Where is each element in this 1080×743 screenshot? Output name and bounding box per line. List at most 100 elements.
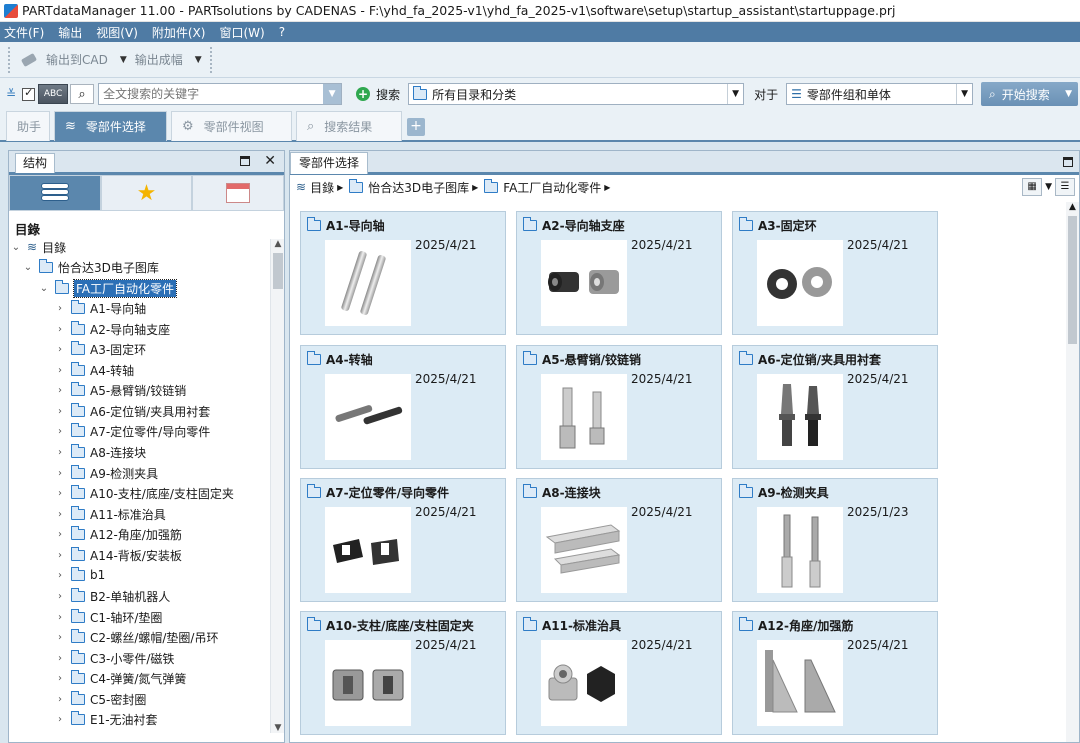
part-card[interactable]: A5-悬臂销/铰链销 2025/4/21: [516, 345, 722, 469]
tree-node-a12[interactable]: › A12-角座/加强筋: [55, 524, 182, 544]
chevron-right-icon[interactable]: ▶: [337, 183, 343, 192]
expand-chevron-icon[interactable]: ›: [55, 509, 65, 520]
structure-tab[interactable]: 结构: [15, 153, 55, 173]
search-option-checkbox[interactable]: [22, 86, 36, 101]
magnifier-toggle-icon[interactable]: ⌕: [70, 84, 95, 104]
part-card[interactable]: A9-检测夹具 2025/1/23: [732, 478, 938, 602]
expand-chevron-icon[interactable]: ›: [55, 447, 65, 458]
breadcrumb-fa-parts[interactable]: FA工厂自动化零件 ▶: [484, 178, 610, 196]
tab-part-view[interactable]: ⚙ 零部件视图: [171, 111, 292, 141]
export-cad-dropdown-icon[interactable]: ▼: [120, 55, 127, 65]
tree-node-c3[interactable]: › C3-小零件/磁铁: [55, 648, 174, 668]
menu-help[interactable]: ?: [279, 25, 285, 39]
abc-search-toggle[interactable]: ABC: [38, 84, 69, 104]
expand-chevron-icon[interactable]: ›: [55, 365, 65, 376]
tree-node-a10[interactable]: › A10-支柱/底座/支柱固定夹: [55, 483, 234, 503]
expand-chevron-icon[interactable]: ›: [55, 653, 65, 664]
scroll-down-icon[interactable]: ▼: [271, 723, 284, 733]
tree-node-a11[interactable]: › A11-标准治具: [55, 504, 166, 524]
type-select[interactable]: ☰ 零部件组和单体 ▼: [786, 83, 974, 105]
add-tab-button[interactable]: +: [407, 118, 425, 136]
tree-node-a5[interactable]: › A5-悬臂销/铰链销: [55, 380, 186, 400]
menu-view[interactable]: 视图(V): [96, 24, 138, 41]
chevron-down-icon[interactable]: ▼: [1065, 89, 1072, 99]
breadcrumb-root[interactable]: ≋ 目錄 ▶: [296, 179, 343, 196]
list-view-icon[interactable]: ☰: [1055, 178, 1075, 196]
catalog-view-tab[interactable]: [9, 175, 101, 211]
tree-node-a9[interactable]: › A9-检测夹具: [55, 463, 158, 483]
part-card[interactable]: A11-标准治具 2025/4/21: [516, 611, 722, 735]
tree-node-c4[interactable]: › C4-弹簧/氮气弹簧: [55, 668, 186, 688]
expand-chevron-icon[interactable]: ›: [55, 632, 65, 643]
expand-chevron-icon[interactable]: ›: [55, 694, 65, 705]
part-card[interactable]: A12-角座/加强筋 2025/4/21: [732, 611, 938, 735]
add-search-icon[interactable]: +: [356, 87, 371, 101]
part-card[interactable]: A3-固定环 2025/4/21: [732, 211, 938, 335]
close-icon[interactable]: ✕: [264, 153, 276, 169]
part-card[interactable]: A6-定位销/夹具用衬套 2025/4/21: [732, 345, 938, 469]
tree-node-b2[interactable]: › B2-单轴机器人: [55, 586, 170, 606]
tab-assistant[interactable]: 助手: [6, 111, 50, 141]
part-card[interactable]: A4-转轴 2025/4/21: [300, 345, 506, 469]
export-cad-button[interactable]: 输出到CAD: [20, 51, 108, 69]
content-scrollbar[interactable]: ▲: [1066, 202, 1079, 742]
menu-export[interactable]: 输出: [58, 24, 82, 41]
chevron-right-icon[interactable]: ▶: [604, 183, 610, 192]
chevron-down-icon[interactable]: ▼: [1045, 182, 1052, 192]
tree-node-a1[interactable]: › A1-导向轴: [55, 298, 146, 318]
favorites-view-tab[interactable]: ★: [100, 175, 193, 211]
expand-chevron-icon[interactable]: ›: [55, 591, 65, 602]
scroll-up-icon[interactable]: ▲: [1066, 202, 1079, 212]
scrollbar-thumb[interactable]: [273, 253, 283, 289]
tree-node-c2[interactable]: › C2-螺丝/螺帽/垫圈/吊环: [55, 627, 218, 647]
expand-chevron-icon[interactable]: ›: [55, 570, 65, 581]
expand-chevron-icon[interactable]: ›: [55, 529, 65, 540]
collapse-chevron-icon[interactable]: ≚: [6, 87, 16, 101]
scroll-up-icon[interactable]: ▲: [271, 239, 284, 249]
part-card[interactable]: A8-连接块 2025/4/21: [516, 478, 722, 602]
scope-select[interactable]: 所有目录和分类 ▼: [408, 83, 745, 105]
collapse-chevron-icon[interactable]: ⌄: [23, 262, 33, 273]
expand-chevron-icon[interactable]: ›: [55, 426, 65, 437]
maximize-icon[interactable]: [240, 156, 250, 166]
tree-node-e1[interactable]: › E1-无油衬套: [55, 709, 158, 729]
breadcrumb-library[interactable]: 怡合达3D电子图库 ▶: [349, 178, 478, 196]
menu-file[interactable]: 文件(F): [4, 24, 44, 41]
tree-node-a8[interactable]: › A8-连接块: [55, 442, 146, 462]
toolbar-grip-2[interactable]: [209, 46, 216, 73]
tab-search-results[interactable]: ⌕ 搜索结果: [296, 111, 402, 141]
tree-node-fa-parts[interactable]: ⌄ FA工厂自动化零件: [39, 278, 178, 298]
expand-chevron-icon[interactable]: ›: [55, 385, 65, 396]
maximize-icon[interactable]: [1063, 157, 1073, 167]
search-history-dropdown-icon[interactable]: ▼: [323, 84, 342, 104]
tree-node-a2[interactable]: › A2-导向轴支座: [55, 319, 170, 339]
menu-addons[interactable]: 附加件(X): [152, 24, 206, 41]
part-card[interactable]: A10-支柱/底座/支柱固定夹 2025/4/21: [300, 611, 506, 735]
search-input[interactable]: [99, 87, 324, 101]
tree-node-root[interactable]: ⌄ ≋ 目錄: [11, 237, 66, 257]
tree-node-a6[interactable]: › A6-定位销/夹具用衬套: [55, 401, 210, 421]
export-bom-dropdown-icon[interactable]: ▼: [195, 55, 202, 65]
thumbnail-view-icon[interactable]: ▦: [1022, 178, 1043, 196]
tree-node-a14[interactable]: › A14-背板/安装板: [55, 545, 182, 565]
expand-chevron-icon[interactable]: ›: [55, 303, 65, 314]
expand-chevron-icon[interactable]: ›: [55, 550, 65, 561]
tree-node-b1[interactable]: › b1: [55, 565, 105, 585]
part-card[interactable]: A2-导向轴支座 2025/4/21: [516, 211, 722, 335]
chevron-right-icon[interactable]: ▶: [472, 183, 478, 192]
expand-chevron-icon[interactable]: ›: [55, 488, 65, 499]
tree-node-library[interactable]: ⌄ 怡合达3D电子图库: [23, 257, 159, 277]
start-search-button[interactable]: ⌕ 开始搜索 ▼: [981, 82, 1078, 106]
history-view-tab[interactable]: [192, 175, 285, 211]
toolbar-grip[interactable]: [8, 46, 14, 73]
part-selection-tab[interactable]: 零部件选择: [290, 152, 368, 174]
scrollbar-thumb[interactable]: [1068, 216, 1077, 344]
expand-chevron-icon[interactable]: ›: [55, 406, 65, 417]
export-bom-button[interactable]: 输出成幅: [135, 51, 183, 68]
tree-node-a7[interactable]: › A7-定位零件/导向零件: [55, 421, 210, 441]
part-card[interactable]: A1-导向轴 2025/4/21: [300, 211, 506, 335]
tree-node-c5[interactable]: › C5-密封圈: [55, 689, 146, 709]
tab-part-selection[interactable]: ≋ 零部件选择: [54, 111, 167, 141]
collapse-chevron-icon[interactable]: ⌄: [39, 283, 49, 294]
tree-node-a3[interactable]: › A3-固定环: [55, 339, 146, 359]
